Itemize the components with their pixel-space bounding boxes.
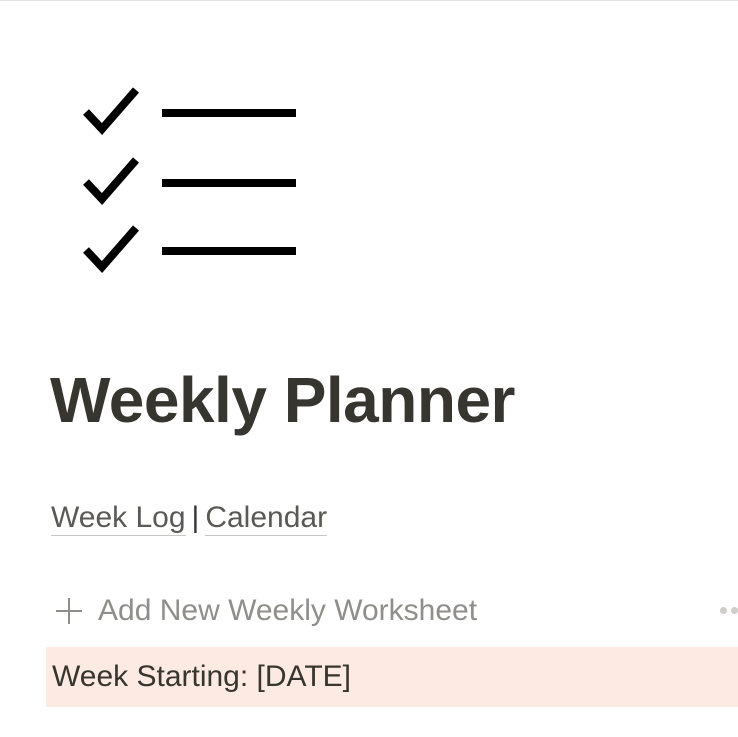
page-title: Weekly Planner — [50, 364, 515, 436]
week-starting-title: Week Starting: [DATE] — [52, 660, 351, 693]
add-new-weekly-worksheet-button[interactable]: Add New Weekly Worksheet — [56, 588, 738, 634]
nav-links: Week Log | Calendar — [51, 498, 328, 538]
more-dots-icon[interactable] — [720, 607, 738, 615]
nav-separator: | — [191, 501, 200, 534]
calendar-link[interactable]: Calendar — [205, 501, 328, 536]
add-button-label: Add New Weekly Worksheet — [98, 594, 478, 627]
plus-icon — [56, 598, 82, 624]
top-divider — [0, 0, 738, 1]
week-log-link[interactable]: Week Log — [51, 501, 186, 536]
list-item[interactable]: Week Starting: [DATE] — [46, 647, 738, 707]
checklist-icon[interactable] — [80, 82, 300, 282]
